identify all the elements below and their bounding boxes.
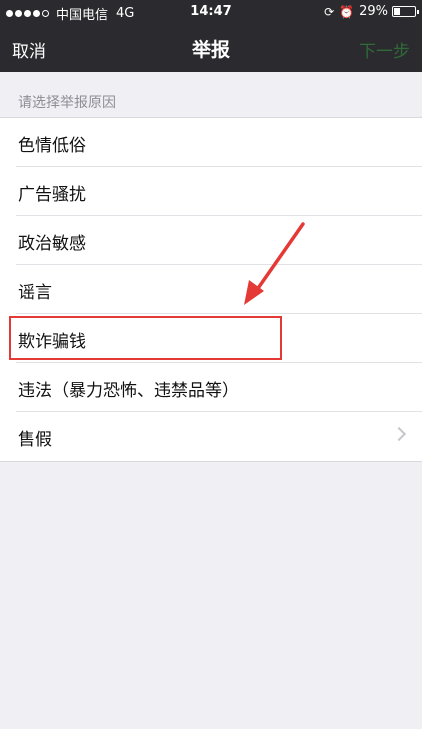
reason-label: 广告骚扰 [18, 185, 86, 205]
reason-label: 色情低俗 [18, 136, 86, 156]
battery-percent: 29% [359, 4, 388, 19]
status-right: ⟳ ⏰ 29% [324, 4, 419, 19]
reason-label: 欺诈骗钱 [18, 332, 86, 352]
next-step-button[interactable]: 下一步 [359, 37, 410, 62]
reason-label: 政治敏感 [18, 234, 86, 254]
reason-item-illegal[interactable]: 违法（暴力恐怖、违禁品等） [0, 363, 422, 412]
cancel-button[interactable]: 取消 [12, 37, 46, 62]
navigation-bar: 取消 举报 下一步 [0, 24, 422, 72]
section-header: 请选择举报原因 [18, 95, 116, 111]
reason-label: 售假 [18, 430, 52, 450]
reason-label: 谣言 [18, 283, 52, 303]
alarm-icon: ⏰ [339, 4, 355, 19]
rotation-lock-icon: ⟳ [324, 4, 335, 19]
battery-fill [394, 8, 400, 15]
reason-item-ads[interactable]: 广告骚扰 [0, 167, 422, 216]
reason-label: 违法（暴力恐怖、违禁品等） [18, 381, 239, 401]
reason-item-rumor[interactable]: 谣言 [0, 265, 422, 314]
reason-item-political[interactable]: 政治敏感 [0, 216, 422, 265]
report-screen: 中国电信 4G 14:47 ⟳ ⏰ 29% 取消 举报 下一步 请选择举报原因 … [0, 0, 422, 729]
reason-item-fraud[interactable]: 欺诈骗钱 [0, 314, 422, 363]
reason-item-vulgar[interactable]: 色情低俗 [0, 118, 422, 167]
battery-icon [392, 6, 419, 17]
reason-item-counterfeit[interactable]: 售假 [0, 412, 422, 461]
chevron-right-icon [391, 426, 407, 442]
status-bar: 中国电信 4G 14:47 ⟳ ⏰ 29% [0, 0, 422, 24]
reason-list: 色情低俗 广告骚扰 政治敏感 谣言 欺诈骗钱 违法（暴力恐怖、违禁品等） 售假 [0, 117, 422, 462]
